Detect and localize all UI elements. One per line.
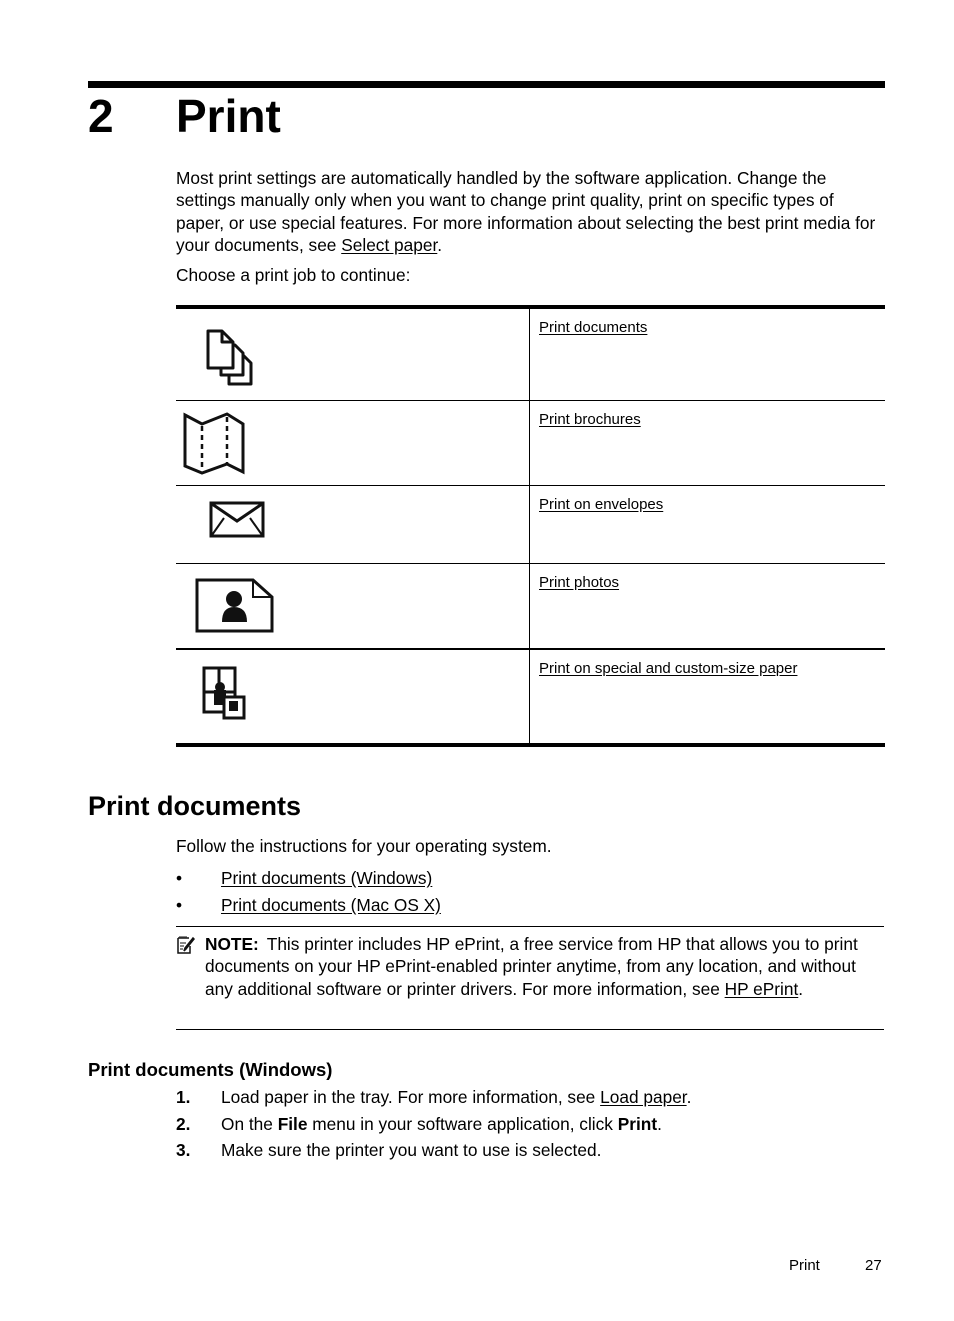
list-item: • Print documents (Mac OS X)	[176, 892, 441, 919]
note-text: NOTE: This printer includes HP ePrint, a …	[205, 933, 883, 1000]
chapter-number: 2	[88, 90, 114, 142]
step-item: 2. On the File menu in your software appl…	[176, 1111, 691, 1138]
file-menu-term: File	[277, 1113, 308, 1134]
step-text: menu in your software application, click	[307, 1113, 618, 1134]
step-text: .	[657, 1113, 662, 1134]
intro-text: Most print settings are automatically ha…	[176, 168, 876, 255]
job-link-print-photos[interactable]: Print photos	[539, 574, 619, 591]
print-jobs-table: Print documents Print brochures Print on…	[176, 305, 885, 747]
hp-eprint-link[interactable]: HP ePrint	[725, 979, 799, 999]
table-row: Print on special and custom-size paper	[176, 649, 885, 745]
print-documents-windows-link[interactable]: Print documents (Windows)	[221, 868, 432, 888]
job-link-print-envelopes[interactable]: Print on envelopes	[539, 496, 663, 513]
step-text: Make sure the printer you want to use is…	[221, 1140, 602, 1160]
step-item: 1. Load paper in the tray. For more infor…	[176, 1084, 691, 1111]
windows-subheading: Print documents (Windows)	[88, 1059, 333, 1080]
load-paper-link[interactable]: Load paper	[600, 1087, 687, 1107]
windows-steps: 1. Load paper in the tray. For more infor…	[176, 1084, 691, 1164]
step-text: Load paper in the tray. For more informa…	[221, 1087, 601, 1107]
note-period: .	[798, 978, 804, 999]
select-paper-link[interactable]: Select paper	[341, 235, 437, 255]
step-text: .	[686, 1087, 692, 1107]
choose-prompt: Choose a print job to continue:	[176, 265, 411, 285]
bullet: •	[176, 895, 183, 915]
os-link-list: • Print documents (Windows) • Print docume…	[176, 865, 441, 919]
table-row: Print photos	[176, 563, 885, 649]
table-row: Print brochures	[176, 400, 885, 485]
chapter-title: Print	[176, 90, 281, 142]
intro-paragraph: Most print settings are automatically ha…	[176, 167, 884, 256]
table-row: Print on envelopes	[176, 485, 885, 563]
note-pencil-icon	[177, 936, 196, 954]
print-command-term: Print	[617, 1113, 658, 1134]
step-text: On the	[221, 1113, 278, 1134]
intro-period: .	[437, 234, 443, 255]
note-label: NOTE:	[205, 934, 259, 954]
bullet: •	[176, 868, 183, 888]
table-row: Print documents	[176, 307, 885, 400]
footer-section-label: Print	[789, 1257, 820, 1274]
step-number: 3.	[176, 1140, 191, 1160]
job-link-print-brochures[interactable]: Print brochures	[539, 411, 641, 428]
job-link-print-custom-paper[interactable]: Print on special and custom-size paper	[539, 660, 797, 677]
print-documents-mac-link[interactable]: Print documents (Mac OS X)	[221, 895, 441, 915]
custom-paper-icon	[202, 666, 246, 720]
step-number: 2.	[176, 1113, 191, 1134]
photo-icon	[195, 578, 274, 632]
step-item: 3. Make sure the printer you want to use …	[176, 1137, 691, 1164]
step-number: 1.	[176, 1087, 191, 1107]
documents-icon	[206, 329, 253, 386]
footer-page-number: 27	[865, 1257, 882, 1274]
brochure-icon	[183, 411, 245, 475]
list-item: • Print documents (Windows)	[176, 865, 441, 892]
job-link-print-documents[interactable]: Print documents	[539, 319, 647, 336]
note-box: NOTE: This printer includes HP ePrint, a …	[176, 926, 884, 1030]
envelope-icon	[209, 501, 265, 537]
follow-instructions: Follow the instructions for your operati…	[176, 836, 552, 856]
chapter-rule	[88, 81, 885, 88]
section-title: Print documents	[88, 791, 302, 821]
